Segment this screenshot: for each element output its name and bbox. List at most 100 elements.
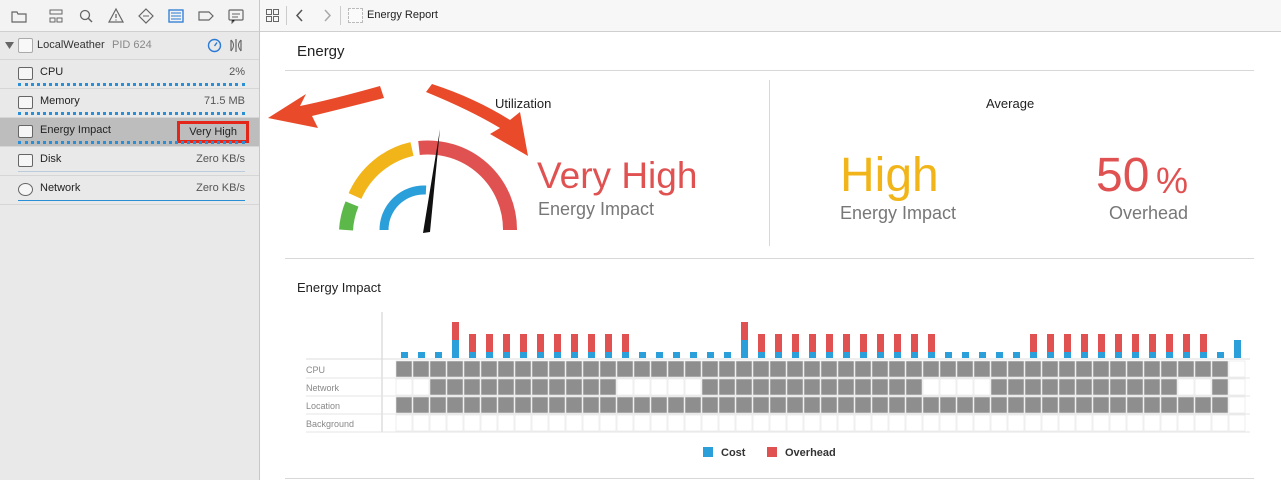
bar-overhead [792, 334, 799, 352]
activity-cell [990, 360, 1008, 378]
debug-navigator-icon[interactable] [167, 7, 185, 25]
activity-cell [548, 414, 566, 432]
bar-cost [554, 352, 561, 358]
legend-label-overhead: Overhead [785, 447, 836, 459]
breakpoint-icon[interactable] [197, 7, 215, 25]
breadcrumb-title[interactable]: Energy Report [367, 9, 438, 21]
disclosure-triangle-icon[interactable] [5, 41, 14, 50]
activity-cell [735, 378, 753, 396]
gauge-disk[interactable]: Disk Zero KB/s [0, 147, 259, 176]
activity-cell [888, 378, 906, 396]
bar-cost [1098, 352, 1105, 358]
activity-cell [684, 378, 702, 396]
process-row[interactable]: LocalWeather PID 624 [0, 32, 259, 60]
bar-cost [1047, 352, 1054, 358]
row-label: Network [306, 383, 340, 393]
editor-jump-bar: Energy Report [260, 0, 1281, 32]
grid-icon[interactable] [266, 9, 279, 22]
activity-cell [463, 360, 481, 378]
bar-cost [877, 352, 884, 358]
activity-cell [786, 360, 804, 378]
activity-cell [599, 414, 617, 432]
bar-overhead [1081, 334, 1088, 352]
bar-cost [537, 352, 544, 358]
activity-cell [956, 414, 974, 432]
bar-cost [894, 352, 901, 358]
activity-cell [1211, 396, 1229, 414]
gauge-network[interactable]: Network Zero KB/s [0, 176, 259, 205]
activity-cell [1092, 414, 1110, 432]
activity-cell [565, 396, 583, 414]
gauge-segment-high [348, 142, 414, 200]
test-diamond-icon[interactable] [137, 7, 155, 25]
activity-cell [1109, 378, 1127, 396]
report-icon[interactable] [227, 7, 245, 25]
activity-cell [1092, 360, 1110, 378]
activity-cell [1075, 360, 1093, 378]
activity-cell [599, 360, 617, 378]
gauge-value: 71.5 MB [204, 95, 245, 107]
activity-cell [837, 378, 855, 396]
bar-cost [945, 352, 952, 358]
utilization-value: Very High [537, 155, 698, 196]
back-chevron-icon[interactable] [295, 9, 305, 22]
activity-cell [1126, 360, 1144, 378]
activity-cell [786, 378, 804, 396]
activity-cell [514, 378, 532, 396]
bar-cost [775, 352, 782, 358]
hierarchy-icon[interactable] [47, 7, 65, 25]
bar-overhead [1200, 334, 1207, 352]
bar-cost [843, 352, 850, 358]
bar-cost [571, 352, 578, 358]
activity-cell [1075, 396, 1093, 414]
activity-cell [395, 414, 413, 432]
gauge-inner-arc [379, 185, 427, 231]
bar-overhead [537, 334, 544, 352]
activity-cell [922, 360, 940, 378]
activity-cell [633, 360, 651, 378]
energy-report: Energy Report Energy Utilization Very Hi… [260, 0, 1281, 480]
bar-cost [588, 352, 595, 358]
activity-cell [1024, 360, 1042, 378]
energy-sparkline [18, 141, 245, 144]
gauge-label: CPU [40, 66, 64, 78]
activity-cell [820, 396, 838, 414]
activity-cell [497, 396, 515, 414]
activity-cell [956, 378, 974, 396]
activity-cell [1007, 414, 1025, 432]
gauge-icon[interactable] [207, 38, 222, 53]
activity-cell [820, 378, 838, 396]
activity-cell [1177, 414, 1195, 432]
activity-cell [463, 378, 481, 396]
bar-cost [1200, 352, 1207, 358]
gauge-energy-impact[interactable]: Energy Impact Very High [0, 118, 259, 147]
activity-cell [1177, 396, 1195, 414]
bar-cost [435, 352, 442, 358]
bar-overhead [860, 334, 867, 352]
activity-cell [480, 414, 498, 432]
bar-cost [452, 340, 459, 358]
activity-cell [769, 360, 787, 378]
activity-cell [1126, 396, 1144, 414]
divider [285, 478, 1254, 479]
gauge-cpu[interactable]: CPU 2% [0, 60, 259, 89]
warning-icon[interactable] [107, 7, 125, 25]
thread-view-icon[interactable] [228, 38, 245, 53]
activity-cell [582, 360, 600, 378]
activity-cell [1194, 396, 1212, 414]
activity-cell [684, 396, 702, 414]
folder-icon[interactable] [10, 7, 28, 25]
bar-overhead [1166, 334, 1173, 352]
overhead-label: Overhead [1109, 203, 1189, 223]
activity-cell [1041, 360, 1059, 378]
search-icon[interactable] [77, 7, 95, 25]
gauge-memory[interactable]: Memory 71.5 MB [0, 89, 259, 118]
forward-chevron-icon[interactable] [322, 9, 332, 22]
activity-cell [497, 414, 515, 432]
activity-cell [395, 378, 413, 396]
disk-icon [18, 154, 33, 167]
activity-cell [667, 378, 685, 396]
disk-sparkline [18, 171, 245, 172]
bar-overhead [928, 334, 935, 352]
activity-cell [463, 414, 481, 432]
